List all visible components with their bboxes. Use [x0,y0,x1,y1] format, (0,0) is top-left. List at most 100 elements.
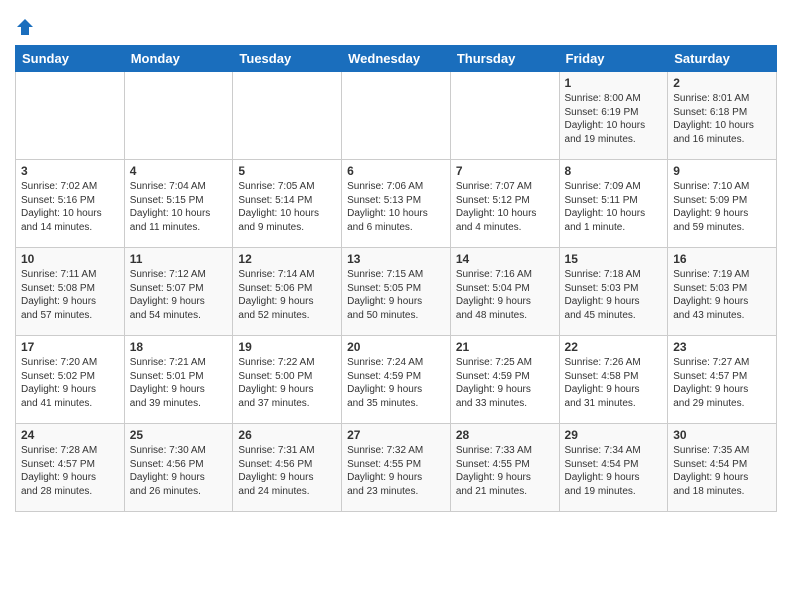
calendar-header-tuesday: Tuesday [233,46,342,72]
day-number: 8 [565,164,663,178]
calendar: SundayMondayTuesdayWednesdayThursdayFrid… [15,45,777,512]
calendar-cell: 27 Sunrise: 7:32 AM Sunset: 4:55 PM Dayli… [342,424,451,512]
day-number: 4 [130,164,228,178]
calendar-cell: 4 Sunrise: 7:04 AM Sunset: 5:15 PM Daylig… [124,160,233,248]
calendar-header-friday: Friday [559,46,668,72]
calendar-cell: 15 Sunrise: 7:18 AM Sunset: 5:03 PM Dayli… [559,248,668,336]
day-info: Sunrise: 7:22 AM Sunset: 5:00 PM Dayligh… [238,356,336,410]
day-info: Sunrise: 7:33 AM Sunset: 4:55 PM Dayligh… [456,444,554,498]
calendar-cell: 6 Sunrise: 7:06 AM Sunset: 5:13 PM Daylig… [342,160,451,248]
day-number: 21 [456,340,554,354]
calendar-cell: 21 Sunrise: 7:25 AM Sunset: 4:59 PM Dayli… [450,336,559,424]
day-info: Sunrise: 7:28 AM Sunset: 4:57 PM Dayligh… [21,444,119,498]
calendar-week-0: 1Sunrise: 8:00 AM Sunset: 6:19 PM Daylig… [16,72,777,160]
day-number: 19 [238,340,336,354]
day-info: Sunrise: 7:02 AM Sunset: 5:16 PM Dayligh… [21,180,119,234]
logo [15,15,39,37]
calendar-cell [16,72,125,160]
calendar-header-sunday: Sunday [16,46,125,72]
calendar-cell: 19 Sunrise: 7:22 AM Sunset: 5:00 PM Dayli… [233,336,342,424]
day-info: Sunrise: 7:14 AM Sunset: 5:06 PM Dayligh… [238,268,336,322]
day-number: 10 [21,252,119,266]
calendar-cell: 25 Sunrise: 7:30 AM Sunset: 4:56 PM Dayli… [124,424,233,512]
day-number: 2 [673,76,771,90]
day-info: Sunrise: 7:04 AM Sunset: 5:15 PM Dayligh… [130,180,228,234]
day-number: 1 [565,76,663,90]
calendar-cell: 11Sunrise: 7:12 AM Sunset: 5:07 PM Dayli… [124,248,233,336]
calendar-cell: 22 Sunrise: 7:26 AM Sunset: 4:58 PM Dayli… [559,336,668,424]
day-info: Sunrise: 7:21 AM Sunset: 5:01 PM Dayligh… [130,356,228,410]
day-number: 26 [238,428,336,442]
day-number: 25 [130,428,228,442]
calendar-cell: 10Sunrise: 7:11 AM Sunset: 5:08 PM Dayli… [16,248,125,336]
calendar-header-row: SundayMondayTuesdayWednesdayThursdayFrid… [16,46,777,72]
day-number: 27 [347,428,445,442]
calendar-cell: 5Sunrise: 7:05 AM Sunset: 5:14 PM Daylig… [233,160,342,248]
calendar-header-wednesday: Wednesday [342,46,451,72]
calendar-cell: 8Sunrise: 7:09 AM Sunset: 5:11 PM Daylig… [559,160,668,248]
day-number: 22 [565,340,663,354]
day-info: Sunrise: 7:20 AM Sunset: 5:02 PM Dayligh… [21,356,119,410]
day-info: Sunrise: 8:01 AM Sunset: 6:18 PM Dayligh… [673,92,771,146]
day-number: 7 [456,164,554,178]
calendar-cell: 18 Sunrise: 7:21 AM Sunset: 5:01 PM Dayli… [124,336,233,424]
day-info: Sunrise: 7:25 AM Sunset: 4:59 PM Dayligh… [456,356,554,410]
calendar-cell: 24Sunrise: 7:28 AM Sunset: 4:57 PM Dayli… [16,424,125,512]
calendar-cell: 13Sunrise: 7:15 AM Sunset: 5:05 PM Dayli… [342,248,451,336]
calendar-cell: 16 Sunrise: 7:19 AM Sunset: 5:03 PM Dayli… [668,248,777,336]
day-info: Sunrise: 7:32 AM Sunset: 4:55 PM Dayligh… [347,444,445,498]
calendar-cell: 14 Sunrise: 7:16 AM Sunset: 5:04 PM Dayli… [450,248,559,336]
calendar-cell: 29 Sunrise: 7:34 AM Sunset: 4:54 PM Dayli… [559,424,668,512]
day-info: Sunrise: 7:31 AM Sunset: 4:56 PM Dayligh… [238,444,336,498]
day-info: Sunrise: 7:27 AM Sunset: 4:57 PM Dayligh… [673,356,771,410]
day-info: Sunrise: 7:30 AM Sunset: 4:56 PM Dayligh… [130,444,228,498]
calendar-cell: 28 Sunrise: 7:33 AM Sunset: 4:55 PM Dayli… [450,424,559,512]
day-number: 17 [21,340,119,354]
day-number: 14 [456,252,554,266]
calendar-cell: 23 Sunrise: 7:27 AM Sunset: 4:57 PM Dayli… [668,336,777,424]
day-number: 28 [456,428,554,442]
day-info: Sunrise: 7:19 AM Sunset: 5:03 PM Dayligh… [673,268,771,322]
calendar-cell [233,72,342,160]
day-number: 13 [347,252,445,266]
day-info: Sunrise: 7:34 AM Sunset: 4:54 PM Dayligh… [565,444,663,498]
calendar-header-thursday: Thursday [450,46,559,72]
day-number: 12 [238,252,336,266]
day-info: Sunrise: 7:06 AM Sunset: 5:13 PM Dayligh… [347,180,445,234]
calendar-week-3: 17 Sunrise: 7:20 AM Sunset: 5:02 PM Dayli… [16,336,777,424]
day-number: 20 [347,340,445,354]
day-info: Sunrise: 7:35 AM Sunset: 4:54 PM Dayligh… [673,444,771,498]
day-number: 23 [673,340,771,354]
calendar-cell: 17 Sunrise: 7:20 AM Sunset: 5:02 PM Dayli… [16,336,125,424]
day-number: 29 [565,428,663,442]
day-info: Sunrise: 7:05 AM Sunset: 5:14 PM Dayligh… [238,180,336,234]
day-info: Sunrise: 7:07 AM Sunset: 5:12 PM Dayligh… [456,180,554,234]
page: SundayMondayTuesdayWednesdayThursdayFrid… [0,0,792,527]
calendar-week-1: 3Sunrise: 7:02 AM Sunset: 5:16 PM Daylig… [16,160,777,248]
day-number: 9 [673,164,771,178]
calendar-cell: 2 Sunrise: 8:01 AM Sunset: 6:18 PM Daylig… [668,72,777,160]
day-number: 6 [347,164,445,178]
calendar-cell: 7 Sunrise: 7:07 AM Sunset: 5:12 PM Daylig… [450,160,559,248]
calendar-cell: 30 Sunrise: 7:35 AM Sunset: 4:54 PM Dayli… [668,424,777,512]
header [15,10,777,37]
day-info: Sunrise: 7:26 AM Sunset: 4:58 PM Dayligh… [565,356,663,410]
day-info: Sunrise: 7:12 AM Sunset: 5:07 PM Dayligh… [130,268,228,322]
day-number: 30 [673,428,771,442]
calendar-week-2: 10Sunrise: 7:11 AM Sunset: 5:08 PM Dayli… [16,248,777,336]
day-info: Sunrise: 7:10 AM Sunset: 5:09 PM Dayligh… [673,180,771,234]
calendar-cell: 26 Sunrise: 7:31 AM Sunset: 4:56 PM Dayli… [233,424,342,512]
day-info: Sunrise: 7:18 AM Sunset: 5:03 PM Dayligh… [565,268,663,322]
calendar-cell [342,72,451,160]
calendar-cell [124,72,233,160]
day-number: 15 [565,252,663,266]
day-info: Sunrise: 7:16 AM Sunset: 5:04 PM Dayligh… [456,268,554,322]
calendar-cell: 20 Sunrise: 7:24 AM Sunset: 4:59 PM Dayli… [342,336,451,424]
day-number: 16 [673,252,771,266]
day-info: Sunrise: 7:24 AM Sunset: 4:59 PM Dayligh… [347,356,445,410]
day-number: 18 [130,340,228,354]
calendar-cell: 12 Sunrise: 7:14 AM Sunset: 5:06 PM Dayli… [233,248,342,336]
calendar-cell: 1Sunrise: 8:00 AM Sunset: 6:19 PM Daylig… [559,72,668,160]
calendar-week-4: 24Sunrise: 7:28 AM Sunset: 4:57 PM Dayli… [16,424,777,512]
calendar-cell [450,72,559,160]
